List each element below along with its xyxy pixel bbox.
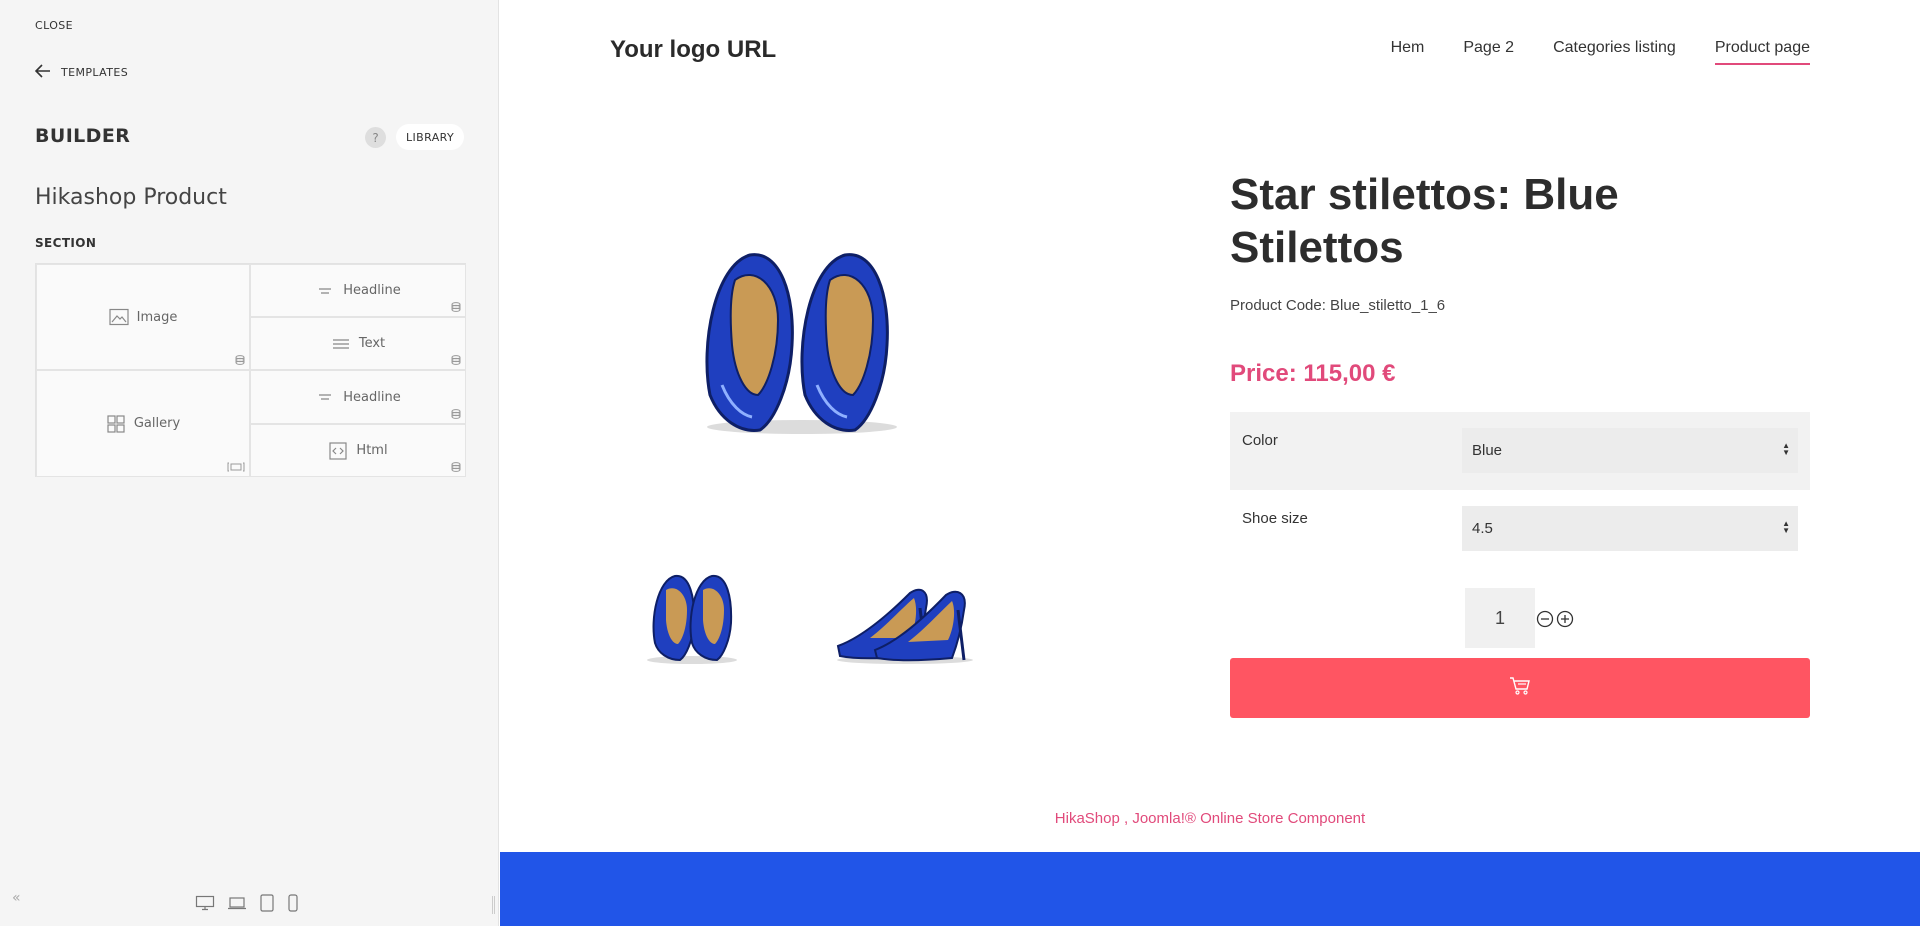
desktop-icon[interactable]	[195, 895, 215, 911]
layout-name: Hikashop Product	[35, 185, 227, 210]
section-layout-grid: Image Headline Text Gallery Headline Htm…	[35, 263, 466, 477]
site-logo[interactable]: Your logo URL	[610, 36, 776, 64]
templates-back-link[interactable]: TEMPLATES	[34, 64, 129, 81]
headline-icon	[315, 388, 335, 406]
database-icon	[451, 302, 461, 312]
block-label: Text	[358, 336, 386, 351]
block-label: Gallery	[133, 416, 181, 431]
product-code: Product Code: Blue_stiletto_1_6	[1230, 297, 1446, 314]
html-icon	[328, 441, 348, 460]
option-label: Color	[1242, 432, 1278, 449]
select-arrows-icon: ▲ ▼	[1782, 519, 1790, 535]
footer-bar	[500, 852, 1920, 926]
option-row-color: Color Blue ▲ ▼	[1230, 412, 1810, 490]
block-image[interactable]: Image	[36, 264, 250, 370]
product-main-image[interactable]	[680, 235, 920, 440]
help-button[interactable]: ?	[365, 127, 386, 148]
arrow-left-icon	[34, 64, 51, 81]
main-navigation: Hem Page 2 Categories listing Product pa…	[1391, 39, 1810, 65]
database-icon	[235, 355, 245, 365]
minus-circle-icon[interactable]	[1536, 610, 1554, 628]
block-gallery[interactable]: Gallery	[36, 370, 250, 477]
footer-credit-link[interactable]: HikaShop , Joomla!® Online Store Compone…	[500, 810, 1920, 827]
database-icon	[451, 355, 461, 365]
color-select[interactable]: Blue ▲ ▼	[1462, 428, 1798, 473]
option-label: Shoe size	[1242, 510, 1308, 527]
nav-item-hem[interactable]: Hem	[1391, 39, 1425, 65]
option-row-shoe-size: Shoe size 4.5 ▲ ▼	[1230, 490, 1810, 568]
nav-item-categories-listing[interactable]: Categories listing	[1553, 39, 1676, 65]
quantity-input[interactable]: 1	[1465, 588, 1535, 648]
phone-icon[interactable]	[287, 894, 299, 912]
product-price: Price: 115,00 €	[1230, 360, 1396, 387]
builder-sidebar: CLOSE TEMPLATES BUILDER ? LIBRARY Hikash…	[0, 0, 499, 926]
cart-icon	[1509, 676, 1531, 701]
select-value: Blue	[1472, 442, 1503, 459]
add-to-cart-button[interactable]	[1230, 658, 1810, 718]
product-thumbnail-side[interactable]	[830, 568, 980, 668]
text-icon	[331, 335, 351, 353]
nav-item-product-page[interactable]: Product page	[1714, 39, 1810, 65]
block-label: Headline	[343, 389, 401, 405]
shoe-size-select[interactable]: 4.5 ▲ ▼	[1462, 506, 1798, 551]
close-button[interactable]: CLOSE	[35, 19, 73, 32]
templates-label: TEMPLATES	[61, 66, 129, 79]
nav-item-page-2[interactable]: Page 2	[1463, 39, 1514, 65]
select-arrows-icon: ▲ ▼	[1782, 441, 1790, 457]
block-text[interactable]: Text	[250, 317, 466, 370]
block-label: Image	[136, 309, 178, 325]
gallery-icon	[106, 414, 126, 433]
product-thumbnail-front[interactable]	[640, 568, 746, 668]
sidebar-footer: «	[0, 890, 499, 920]
laptop-icon[interactable]	[227, 895, 247, 911]
block-headline[interactable]: Headline	[250, 264, 466, 317]
device-switcher	[195, 894, 299, 912]
builder-title: BUILDER	[35, 125, 131, 147]
block-label: Headline	[343, 283, 401, 298]
product-title: Star stilettos: Blue Stilettos	[1230, 170, 1619, 272]
tablet-icon[interactable]	[259, 894, 275, 912]
database-icon	[451, 462, 461, 472]
block-headline[interactable]: Headline	[250, 370, 466, 424]
section-label: SECTION	[35, 236, 97, 250]
headline-icon	[315, 282, 335, 300]
block-label: Html	[356, 443, 388, 458]
sidebar-resize-handle[interactable]	[492, 896, 495, 914]
database-icon	[451, 409, 461, 419]
select-value: 4.5	[1472, 520, 1493, 537]
block-html[interactable]: Html	[250, 424, 466, 477]
plus-circle-icon[interactable]	[1556, 610, 1574, 628]
image-icon	[109, 308, 129, 326]
site-preview: Your logo URL Hem Page 2 Categories list…	[500, 0, 1920, 926]
dynamic-gallery-icon	[227, 462, 245, 472]
collapse-sidebar-button[interactable]: «	[12, 890, 21, 906]
library-button[interactable]: LIBRARY	[396, 124, 465, 150]
